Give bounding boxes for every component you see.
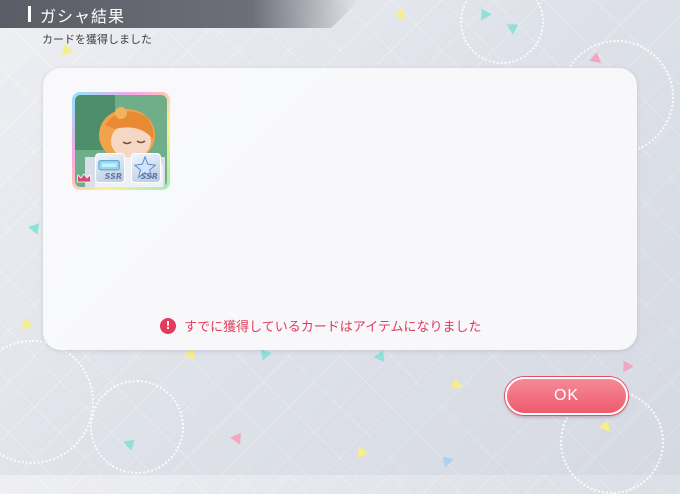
confetti-decoration <box>506 19 522 35</box>
sparkle-ring-decoration <box>460 0 544 64</box>
result-card[interactable]: SSR SSR <box>72 92 170 190</box>
confetti-decoration <box>589 51 603 63</box>
confetti-decoration <box>18 316 34 330</box>
confetti-decoration <box>123 435 139 451</box>
star-piece-icon: SSR <box>131 153 161 183</box>
ticket-icon: SSR <box>95 153 125 183</box>
confetti-decoration <box>393 6 409 20</box>
confetti-decoration <box>353 443 369 459</box>
crown-icon <box>76 173 92 183</box>
confetti-decoration <box>598 418 614 432</box>
page-subtitle: カードを獲得しました <box>42 33 152 46</box>
page-title: ガシャ結果 <box>40 7 126 26</box>
confetti-decoration <box>438 452 454 468</box>
rarity-label: SSR <box>104 172 122 181</box>
ok-button[interactable]: OK <box>505 377 628 415</box>
confetti-decoration <box>230 429 246 445</box>
confetti-decoration <box>476 5 492 21</box>
confetti-decoration <box>373 347 389 363</box>
title-accent-mark <box>28 6 31 22</box>
sparkle-ring-decoration <box>0 340 94 464</box>
duplicate-notice: ! すでに獲得しているカードはアイテムになりました <box>160 316 481 335</box>
confetti-decoration <box>28 219 44 235</box>
confetti-decoration <box>449 377 463 389</box>
confetti-decoration <box>618 357 634 373</box>
notice-text: すでに獲得しているカードはアイテムになりました <box>184 320 482 335</box>
sparkle-ring-decoration <box>90 380 184 474</box>
rarity-label: SSR <box>140 172 158 181</box>
alert-icon: ! <box>160 317 176 334</box>
card-art-frame: SSR SSR <box>75 95 167 187</box>
